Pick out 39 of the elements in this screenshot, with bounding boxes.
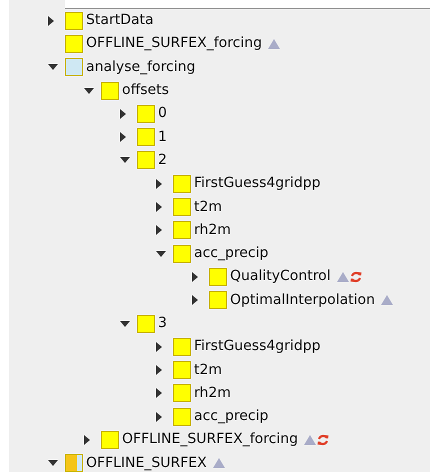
expand-arrow-icon[interactable] [192, 272, 198, 282]
node-label[interactable]: OptimalInterpolation [230, 290, 375, 311]
node-label[interactable]: t2m [194, 360, 222, 381]
expand-arrow-icon[interactable] [84, 434, 90, 445]
node-label[interactable]: StartData [86, 10, 154, 32]
node-label[interactable]: FirstGuess4gridpp [194, 173, 320, 194]
expand-arrow-icon[interactable] [120, 108, 126, 119]
expand-arrow-icon[interactable] [156, 202, 162, 212]
node-label[interactable]: FirstGuess4gridpp [194, 336, 320, 358]
node-label[interactable]: OFFLINE_SURFEX_forcing [122, 429, 298, 450]
expand-arrow-icon[interactable] [192, 295, 198, 306]
collapse-arrow-icon[interactable] [48, 460, 58, 466]
expand-arrow-icon[interactable] [120, 132, 126, 142]
node-label[interactable]: rh2m [194, 382, 231, 404]
node-label[interactable]: QualityControl [230, 266, 331, 288]
node-label[interactable]: 0 [158, 103, 167, 124]
collapse-arrow-icon[interactable] [120, 157, 130, 164]
collapse-arrow-icon[interactable] [156, 250, 166, 257]
node-label[interactable]: t2m [194, 196, 222, 218]
node-label[interactable]: 2 [158, 150, 167, 171]
collapse-arrow-icon[interactable] [48, 64, 58, 70]
expand-arrow-icon[interactable] [156, 178, 162, 189]
collapse-arrow-icon[interactable] [120, 320, 130, 326]
node-label[interactable]: rh2m [194, 220, 231, 241]
node-label[interactable]: offsets [122, 80, 169, 102]
expand-arrow-icon[interactable] [156, 365, 162, 376]
collapse-arrow-icon[interactable] [84, 88, 94, 94]
node-label[interactable]: acc_precip [194, 243, 268, 264]
expand-arrow-icon[interactable] [156, 388, 162, 398]
expand-arrow-icon[interactable] [156, 225, 162, 236]
expand-arrow-icon[interactable] [156, 342, 162, 352]
node-label[interactable]: acc_precip [194, 406, 268, 428]
expand-arrow-icon[interactable] [156, 412, 162, 422]
node-label[interactable]: OFFLINE_SURFEX_forcing [86, 33, 262, 54]
node-label[interactable]: 1 [158, 126, 167, 148]
expand-arrow-icon[interactable] [48, 16, 54, 26]
node-label[interactable]: OFFLINE_SURFEX [86, 452, 207, 472]
node-label[interactable]: analyse_forcing [86, 56, 196, 78]
node-label[interactable]: 3 [158, 313, 167, 334]
